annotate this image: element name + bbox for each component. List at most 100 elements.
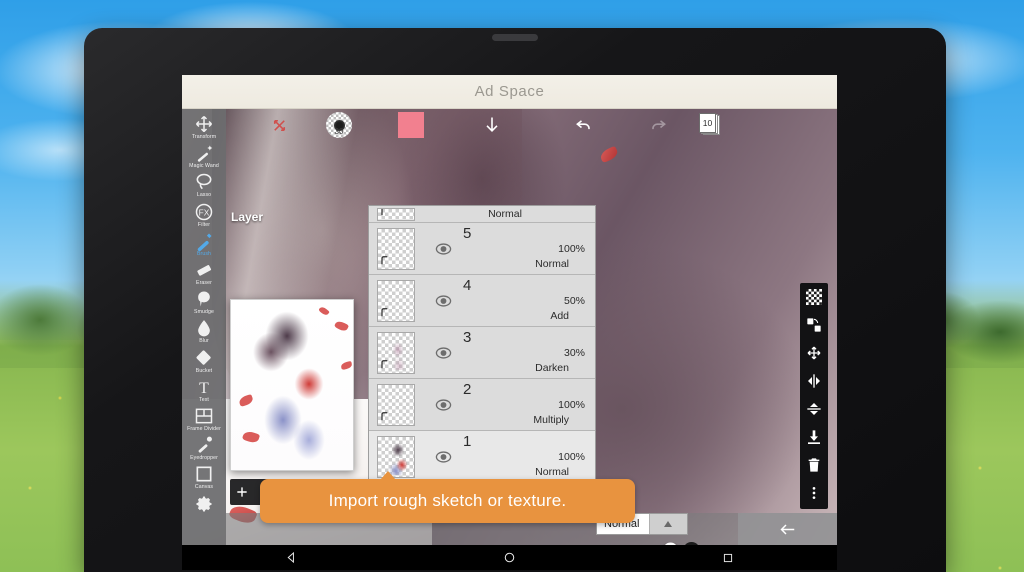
tool-label: Eraser — [196, 280, 212, 287]
redo-button[interactable] — [648, 109, 668, 141]
tool-label: Brush — [196, 250, 212, 257]
tool-bucket[interactable]: Bucket — [182, 346, 226, 375]
tool-smudge[interactable]: Smudge — [182, 287, 226, 316]
layer-meta: 1 100% Normal — [457, 431, 595, 482]
nav-recents-button[interactable] — [706, 545, 750, 570]
brush-size-indicator[interactable]: 30 — [326, 109, 352, 141]
ad-banner[interactable]: Ad Space — [182, 75, 837, 109]
ad-banner-label: Ad Space — [474, 83, 545, 100]
tool-frame-divider[interactable]: Frame Divider — [182, 404, 226, 433]
tool-rail: Transform Magic Wand Lasso FX Filter Bru… — [182, 109, 226, 545]
layer-meta: 3 30% Darken — [457, 327, 595, 378]
tool-canvas[interactable]: Canvas — [182, 462, 226, 491]
callout-pointer — [380, 471, 396, 480]
layer-row[interactable]: 1 100% Normal — [369, 431, 595, 483]
opacity-knob[interactable] — [663, 542, 678, 545]
more-options-button[interactable] — [804, 483, 824, 503]
transparency-checker-button[interactable] — [804, 287, 824, 307]
layer-row[interactable]: 3 30% Darken — [369, 327, 595, 379]
layer-meta: 2 100% Multiply — [457, 379, 595, 430]
chevron-up-icon — [648, 514, 687, 534]
color-swatch-button[interactable] — [398, 109, 424, 141]
layer-visibility-toggle[interactable] — [429, 242, 457, 255]
delete-layer-button[interactable] — [804, 455, 824, 475]
layers-stack-icon: 10 — [698, 113, 720, 137]
layer-row[interactable]: Normal — [369, 206, 595, 223]
tool-filter[interactable]: FX Filter — [182, 200, 226, 229]
rotate-layer-button[interactable] — [804, 315, 824, 335]
tool-lasso[interactable]: Lasso — [182, 170, 226, 199]
tool-label: Frame Divider — [187, 426, 221, 433]
layer-blend-mode: Add — [550, 310, 569, 322]
tablet-camera-notch — [492, 34, 538, 41]
layer-number: 2 — [463, 381, 472, 398]
layer-thumbnail — [377, 227, 415, 270]
add-layer-plus-button[interactable] — [683, 541, 700, 545]
tool-label: Eyedropper — [190, 455, 218, 462]
text-t-icon: T — [193, 377, 215, 397]
tool-label: Text — [199, 396, 209, 403]
layer-meta: 5 100% Normal — [457, 223, 595, 274]
move-layer-button[interactable] — [804, 343, 824, 363]
move-tool-button[interactable] — [270, 109, 289, 141]
layer-row[interactable]: 4 50% Add — [369, 275, 595, 327]
tool-label: Lasso — [196, 192, 212, 199]
clipping-mask-icon — [381, 359, 389, 369]
frame-divider-icon — [193, 406, 215, 426]
tool-label: Magic Wand — [189, 163, 219, 170]
tool-label: Filter — [197, 221, 211, 228]
tool-settings[interactable] — [182, 492, 226, 516]
clipping-mask-icon — [381, 255, 389, 265]
brush-size-value: 30 — [334, 126, 344, 136]
flip-horizontal-button[interactable] — [804, 371, 824, 391]
undo-button[interactable] — [574, 109, 594, 141]
layer-visibility-toggle[interactable] — [429, 346, 457, 359]
tool-label: Transform — [191, 134, 217, 140]
layer-visibility-toggle[interactable] — [429, 450, 457, 463]
tool-eyedropper[interactable]: Eyedropper — [182, 433, 226, 462]
eyedropper-icon — [193, 435, 215, 455]
move-arrows-icon — [193, 114, 215, 134]
layer-count-value: 10 — [702, 118, 713, 128]
lasso-icon — [193, 172, 215, 192]
layer-list[interactable]: Normal 5 100% Normal 4 50% Add 3 30% Dar… — [368, 205, 596, 499]
tool-eraser[interactable]: Eraser — [182, 258, 226, 287]
canvas-preview[interactable] — [230, 299, 354, 471]
opacity-slider[interactable] — [590, 541, 700, 545]
layer-blend-mode: Normal — [535, 258, 569, 270]
layer-thumbnail — [377, 279, 415, 322]
layer-number: 1 — [463, 433, 472, 450]
smudge-icon — [193, 289, 215, 309]
nav-home-button[interactable] — [487, 545, 531, 570]
merge-down-button[interactable] — [804, 427, 824, 447]
back-button[interactable] — [738, 513, 837, 545]
download-button[interactable] — [482, 109, 502, 141]
tutorial-callout: Import rough sketch or texture. — [260, 471, 635, 523]
app-workspace: Transform Magic Wand Lasso FX Filter Bru… — [182, 109, 837, 545]
brush-icon — [193, 231, 215, 251]
tool-brush[interactable]: Brush — [182, 229, 226, 258]
layer-number: 4 — [463, 277, 472, 294]
current-color-swatch — [398, 112, 424, 138]
tablet-device: Ad Space Transform Magic Wand Lasso FX F… — [84, 28, 946, 572]
clipping-mask-icon — [381, 208, 389, 216]
screenshot-scene: Ad Space Transform Magic Wand Lasso FX F… — [0, 0, 1024, 572]
add-layer-button[interactable] — [232, 482, 252, 502]
layer-visibility-toggle[interactable] — [429, 294, 457, 307]
tool-text[interactable]: T Text — [182, 375, 226, 404]
layer-opacity: 50% — [563, 295, 585, 307]
layer-number: 3 — [463, 329, 472, 346]
canvas-square-icon — [193, 464, 215, 484]
layer-thumbnail — [377, 383, 415, 426]
nav-back-button[interactable] — [269, 545, 313, 570]
layer-count-button[interactable]: 10 — [698, 109, 720, 141]
tool-transform[interactable]: Transform — [182, 112, 226, 141]
tool-blur[interactable]: Blur — [182, 316, 226, 345]
gear-icon — [193, 494, 215, 514]
layer-row[interactable]: 2 100% Multiply — [369, 379, 595, 431]
magic-wand-icon — [193, 143, 215, 163]
flip-vertical-button[interactable] — [804, 399, 824, 419]
layer-visibility-toggle[interactable] — [429, 398, 457, 411]
layer-row[interactable]: 5 100% Normal — [369, 223, 595, 275]
tool-magic-wand[interactable]: Magic Wand — [182, 141, 226, 170]
